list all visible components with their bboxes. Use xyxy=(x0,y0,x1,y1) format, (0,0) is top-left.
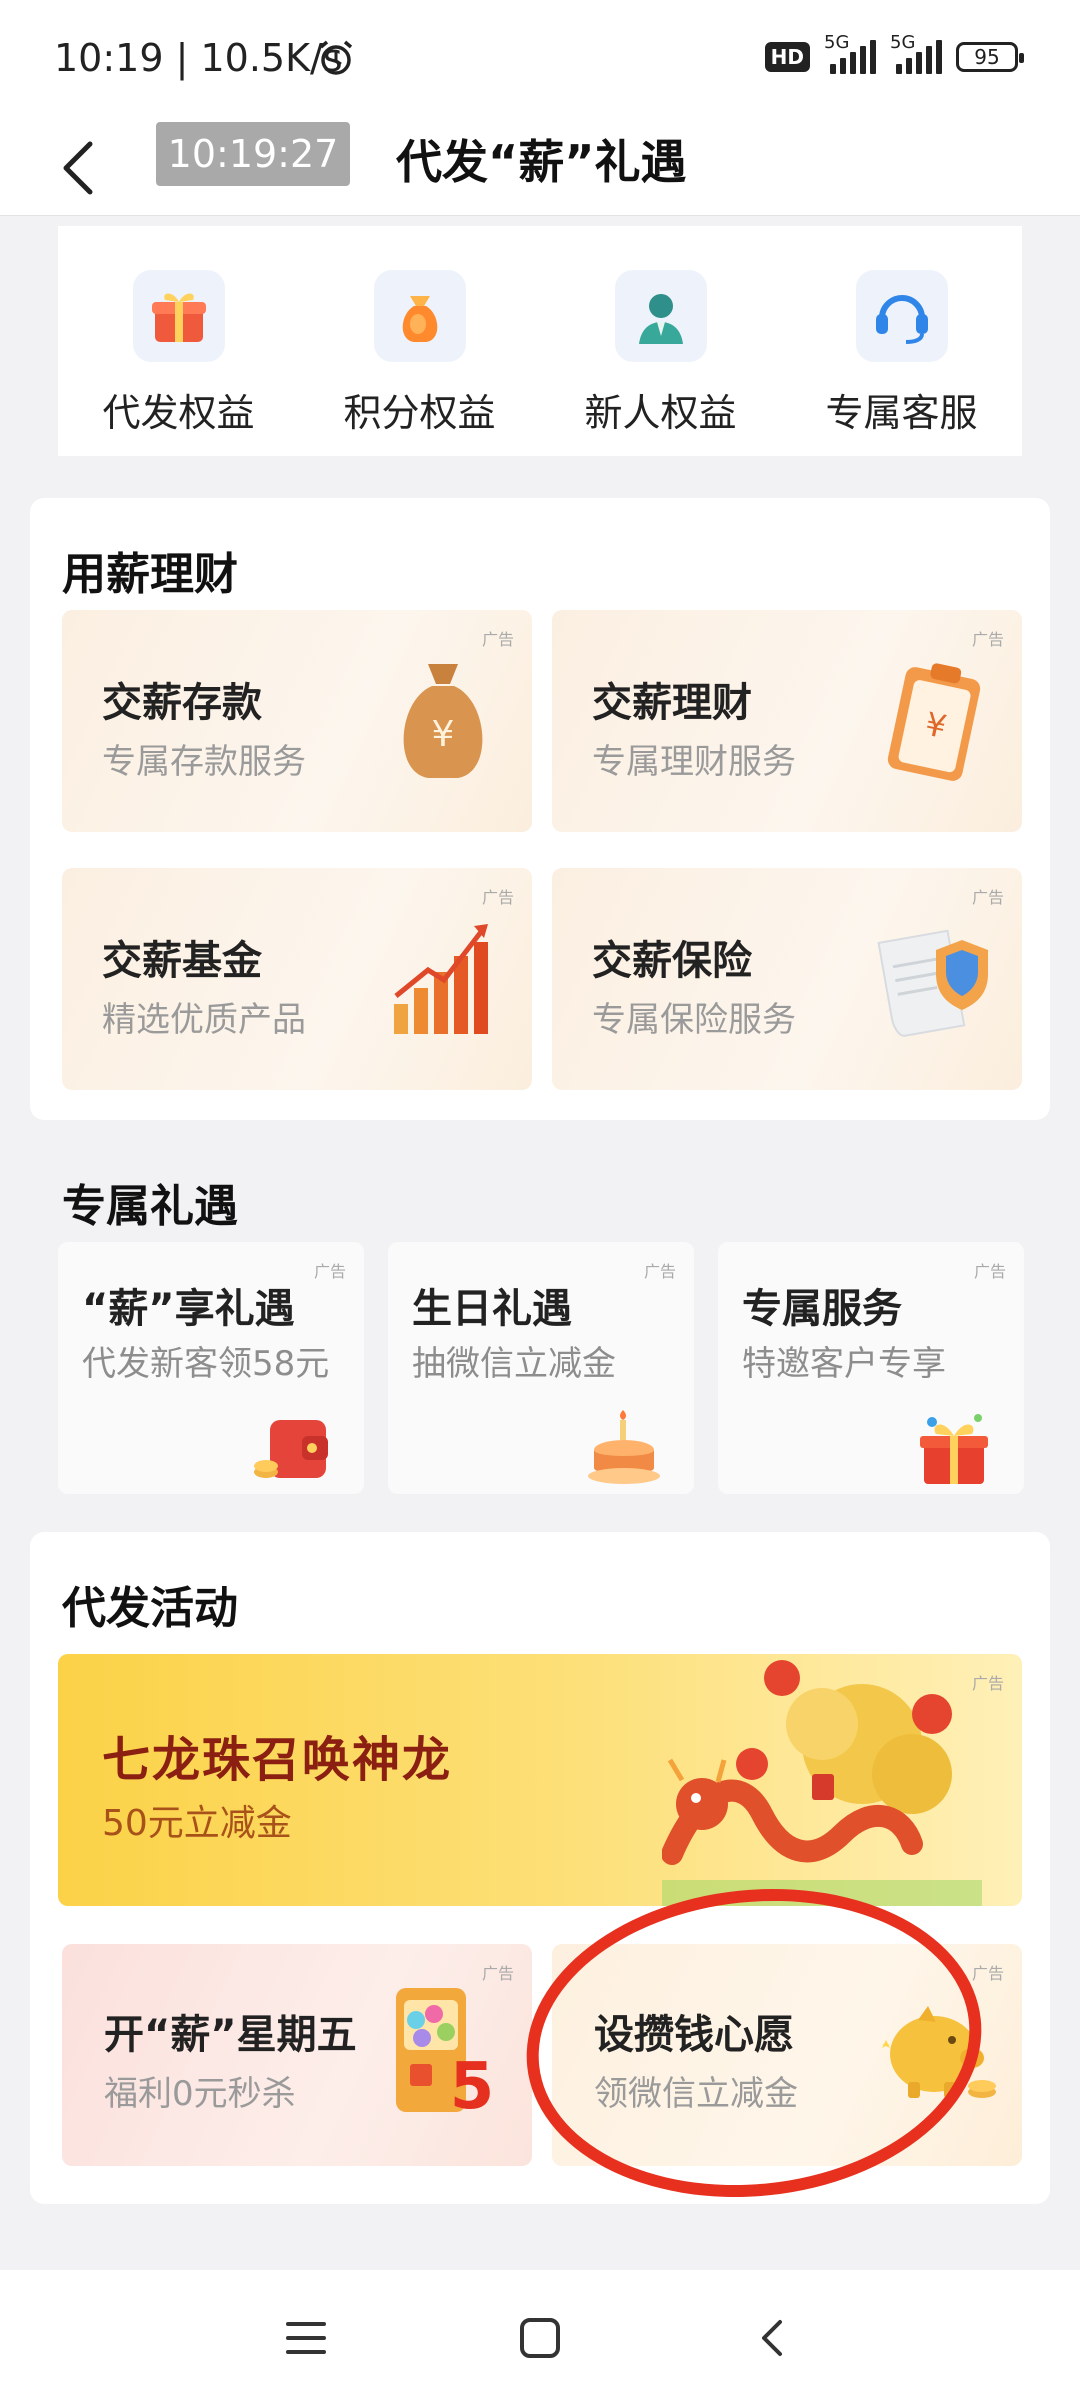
ad-tag: 广告 xyxy=(971,888,1004,907)
quick-entries: 代发权益 积分权益 新人权益 专属客服 xyxy=(58,226,1022,456)
alarm-icon xyxy=(319,40,353,75)
menu-icon[interactable] xyxy=(278,2310,334,2366)
ad-tag: 广告 xyxy=(971,630,1004,649)
dragon-ball-banner[interactable]: 广告 七龙珠召唤神龙 50元立减金 xyxy=(58,1654,1022,1906)
wealth-section: 用薪理财 广告 交薪存款 专属存款服务 ¥ 广告 交薪理财 专属理财服务 ¥ 广… xyxy=(30,498,1050,1120)
quick-entry-points-benefits[interactable]: 积分权益 xyxy=(320,270,520,456)
card-title: 专属服务 xyxy=(742,1286,902,1332)
exclusive-service-card[interactable]: 广告 专属服务 特邀客户专享 xyxy=(718,1242,1024,1494)
quick-entry-payroll-benefits[interactable]: 代发权益 xyxy=(79,270,279,456)
card-subtitle: 专属保险服务 xyxy=(592,1000,796,1040)
signal-label: 5G xyxy=(890,32,916,53)
quick-entry-label: 代发权益 xyxy=(102,391,255,435)
status-time: 10:19 | 10.5K/s xyxy=(54,36,343,80)
growth-chart-icon xyxy=(394,924,488,1034)
section-title: 代发活动 xyxy=(62,1583,238,1634)
ad-tag: 广告 xyxy=(481,630,514,649)
ad-tag: 广告 xyxy=(313,1262,346,1281)
time-chip: 10:19:27 xyxy=(156,122,350,186)
clipboard-yuan-icon: ¥ xyxy=(887,663,981,781)
friday-badge: 5 xyxy=(450,2050,495,2120)
back-arrow-icon[interactable] xyxy=(50,130,110,206)
gacha-machine-icon: 5 xyxy=(396,1988,495,2120)
gift-icon xyxy=(132,270,225,362)
ad-tag: 广告 xyxy=(643,1262,676,1281)
section-title: 用薪理财 xyxy=(62,549,238,600)
card-subtitle: 抽微信立减金 xyxy=(412,1344,616,1384)
system-nav-bar xyxy=(0,2270,1080,2400)
card-title: 生日礼遇 xyxy=(412,1286,572,1332)
perks-section: 专属礼遇 广告 “薪”享礼遇 代发新客领58元 广告 生日礼遇 抽微信立减金 广… xyxy=(30,1142,1050,1512)
card-subtitle: 专属理财服务 xyxy=(592,742,796,782)
banner-title: 七龙珠召唤神龙 xyxy=(102,1732,453,1788)
signal-icon: 5G xyxy=(890,32,942,74)
back-icon[interactable] xyxy=(746,2310,802,2366)
banner-subtitle: 50元立减金 xyxy=(102,1803,292,1844)
person-icon xyxy=(614,270,707,362)
card-subtitle: 专属存款服务 xyxy=(102,742,306,782)
section-title: 专属礼遇 xyxy=(62,1181,238,1232)
card-subtitle: 代发新客领58元 xyxy=(82,1344,330,1384)
dragon-icon xyxy=(662,1660,982,1906)
quick-entry-label: 专属客服 xyxy=(825,391,978,435)
svg-text:¥: ¥ xyxy=(432,714,455,755)
signal-icon: 5G xyxy=(824,32,876,74)
app-header: 10:19:27 代发“薪”礼遇 xyxy=(0,120,1080,216)
card-title: 交薪保险 xyxy=(592,938,752,984)
deposit-card[interactable]: 广告 交薪存款 专属存款服务 ¥ xyxy=(62,610,532,832)
quick-entry-label: 新人权益 xyxy=(584,391,737,435)
birthday-perk-card[interactable]: 广告 生日礼遇 抽微信立减金 xyxy=(388,1242,694,1494)
wealth-product-card[interactable]: 广告 交薪理财 专属理财服务 ¥ xyxy=(552,610,1022,832)
cake-icon xyxy=(588,1410,660,1484)
headset-icon xyxy=(855,270,948,362)
card-title: 开“薪”星期五 xyxy=(104,2012,357,2058)
fund-card[interactable]: 广告 交薪基金 精选优质产品 xyxy=(62,868,532,1090)
signal-label: 5G xyxy=(824,32,850,53)
card-subtitle: 特邀客户专享 xyxy=(742,1344,946,1384)
status-bar: 10:19 | 10.5K/s HD 5G 5G 95 xyxy=(0,0,1080,120)
hd-badge: HD xyxy=(764,42,810,72)
money-bag-icon: ¥ xyxy=(403,664,483,778)
card-title: “薪”享礼遇 xyxy=(82,1286,295,1332)
insurance-card[interactable]: 广告 交薪保险 专属保险服务 xyxy=(552,868,1022,1090)
ad-tag: 广告 xyxy=(973,1262,1006,1281)
card-title: 交薪理财 xyxy=(592,680,752,726)
quick-entry-label: 积分权益 xyxy=(343,391,496,435)
bag-icon xyxy=(373,270,466,362)
card-title: 交薪基金 xyxy=(102,938,262,984)
salary-perk-card[interactable]: 广告 “薪”享礼遇 代发新客领58元 xyxy=(58,1242,364,1494)
quick-entry-customer-service[interactable]: 专属客服 xyxy=(802,270,1002,456)
shield-document-icon xyxy=(877,929,988,1037)
battery-icon: 95 xyxy=(956,42,1024,72)
card-title: 交薪存款 xyxy=(102,680,262,726)
wallet-icon xyxy=(254,1420,328,1478)
quick-entry-newcomer-benefits[interactable]: 新人权益 xyxy=(561,270,761,456)
ad-tag: 广告 xyxy=(481,888,514,907)
page-title: 代发“薪”礼遇 xyxy=(396,135,687,189)
status-indicators: HD 5G 5G 95 xyxy=(764,32,1024,74)
ad-tag: 广告 xyxy=(971,1964,1004,1983)
friday-sale-card[interactable]: 广告 开“薪”星期五 福利0元秒杀 5 xyxy=(62,1944,532,2166)
card-subtitle: 福利0元秒杀 xyxy=(104,2074,296,2114)
card-subtitle: 精选优质产品 xyxy=(102,1000,306,1040)
gift-box-icon xyxy=(920,1414,988,1484)
home-icon[interactable] xyxy=(512,2310,568,2366)
